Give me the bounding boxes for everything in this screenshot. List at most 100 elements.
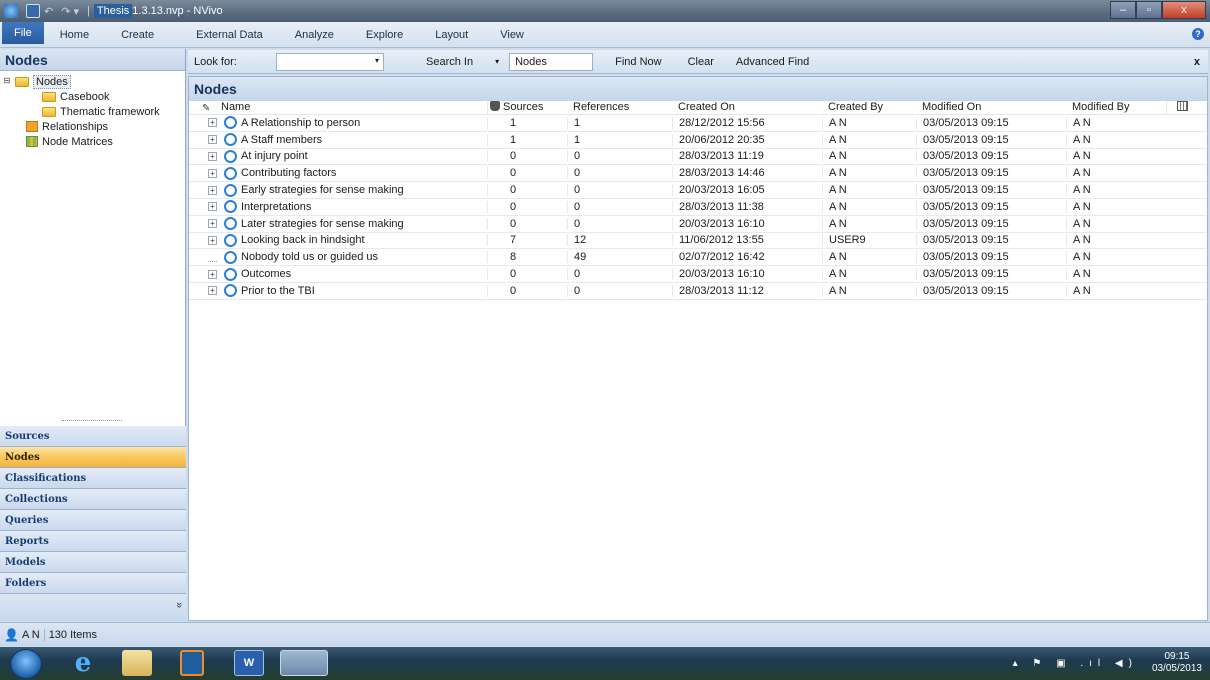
tree-item-relationships[interactable]: Relationships <box>0 119 185 134</box>
node-name: Interpretations <box>241 200 312 213</box>
cell-name[interactable]: Nobody told us or guided us <box>221 250 487 264</box>
table-row[interactable]: + Prior to the TBI 0 0 28/03/2013 11:12 A N 03… <box>189 283 1207 300</box>
table-row[interactable]: + Contributing factors 0 0 28/03/2013 14:46 A… <box>189 165 1207 183</box>
search-in-field[interactable]: Nodes <box>509 52 594 71</box>
table-row[interactable]: + At injury point 0 0 28/03/2013 11:19 A N 03/… <box>189 149 1207 166</box>
chevron-down-icon[interactable]: ▾ <box>495 57 499 66</box>
table-row[interactable]: + A Relationship to person 1 1 28/12/2012 15… <box>189 115 1207 132</box>
navigation-pane: Nodes ⊟ Nodes Casebook Thematic framewor… <box>0 49 186 621</box>
table-row[interactable]: Nobody told us or guided us 8 49 02/07/2012… <box>189 249 1207 267</box>
cell-created-by: A N <box>822 284 916 297</box>
cell-name[interactable]: Later strategies for sense making <box>221 217 487 231</box>
tab-view[interactable]: View <box>484 29 540 41</box>
expand-icon[interactable]: + <box>208 185 217 195</box>
column-header-modified-on[interactable]: Modified On <box>916 101 1066 114</box>
cell-name[interactable]: A Staff members <box>221 133 487 147</box>
clear-button[interactable]: Clear <box>688 56 714 68</box>
column-header-created-by[interactable]: Created By <box>822 101 916 114</box>
redo-icon[interactable]: ↷ ▾ <box>61 5 79 18</box>
column-header-modified-by[interactable]: Modified By <box>1066 101 1166 114</box>
help-icon[interactable]: ? <box>1192 28 1204 40</box>
expand-icon[interactable]: + <box>208 286 217 296</box>
expand-icon[interactable]: + <box>208 235 217 245</box>
close-find-bar-button[interactable]: x <box>1194 56 1200 68</box>
cell-references: 0 <box>567 284 672 297</box>
expand-icon[interactable]: + <box>208 168 217 178</box>
save-icon[interactable] <box>26 4 40 18</box>
undo-icon[interactable]: ↶ <box>44 5 53 18</box>
column-chooser[interactable] <box>1166 101 1200 114</box>
cell-name[interactable]: At injury point <box>221 149 487 163</box>
column-header-references[interactable]: References <box>567 101 672 114</box>
cell-name[interactable]: Early strategies for sense making <box>221 183 487 197</box>
table-row[interactable]: + Looking back in hindsight 7 12 11/06/2012 … <box>189 233 1207 250</box>
expand-icon[interactable]: + <box>208 135 217 145</box>
tab-layout[interactable]: Layout <box>419 29 484 41</box>
tab-create[interactable]: Create <box>105 29 180 41</box>
tab-file[interactable]: File <box>2 21 44 44</box>
word-icon[interactable]: W <box>234 650 264 676</box>
look-for-input[interactable]: ▾ <box>276 52 384 71</box>
expand-icon[interactable]: + <box>208 202 217 212</box>
nav-button-classifications[interactable]: Classifications <box>0 468 186 489</box>
find-now-button[interactable]: Find Now <box>615 56 661 68</box>
cell-sources: 0 <box>487 150 567 163</box>
tree-item-casebook[interactable]: Casebook <box>0 89 185 104</box>
cell-name[interactable]: Contributing factors <box>221 166 487 180</box>
tab-analyze[interactable]: Analyze <box>279 29 350 41</box>
close-button[interactable]: x <box>1162 1 1206 19</box>
splitter-grip[interactable] <box>62 420 122 423</box>
pin-column[interactable]: ✎ <box>189 101 221 114</box>
cell-name[interactable]: A Relationship to person <box>221 116 487 130</box>
tab-explore[interactable]: Explore <box>350 29 419 41</box>
nav-button-models[interactable]: Models <box>0 552 186 573</box>
table-body: + A Relationship to person 1 1 28/12/2012 15… <box>189 115 1207 300</box>
nav-button-folders[interactable]: Folders <box>0 573 186 594</box>
cell-name[interactable]: Prior to the TBI <box>221 284 487 298</box>
media-player-icon[interactable] <box>180 650 204 676</box>
table-row[interactable]: + Later strategies for sense making 0 0 20/0… <box>189 216 1207 233</box>
table-row[interactable]: + A Staff members 1 1 20/06/2012 20:35 A N 03/… <box>189 132 1207 149</box>
tree-item-nodes[interactable]: ⊟ Nodes <box>0 74 185 89</box>
column-header-created-on[interactable]: Created On <box>672 101 822 114</box>
nav-button-queries[interactable]: Queries <box>0 510 186 531</box>
advanced-find-button[interactable]: Advanced Find <box>736 56 809 68</box>
cell-name[interactable]: Outcomes <box>221 267 487 281</box>
clock[interactable]: 09:15 03/05/2013 <box>1152 651 1202 675</box>
nav-button-sources[interactable]: Sources <box>0 426 186 447</box>
cell-sources: 0 <box>487 167 567 180</box>
internet-explorer-icon[interactable]: e <box>68 648 98 678</box>
user-icon: 👤 <box>4 628 19 642</box>
tree-item-thematic-framework[interactable]: Thematic framework <box>0 104 185 119</box>
expand-icon[interactable]: + <box>208 118 217 128</box>
chevron-down-icon[interactable]: ▾ <box>375 56 379 65</box>
column-header-sources[interactable]: Sources <box>487 101 567 114</box>
collapse-icon[interactable]: ⊟ <box>2 77 12 86</box>
nav-footer: » <box>0 594 186 621</box>
chevron-down-icon[interactable]: » <box>173 602 185 608</box>
tray-icons[interactable]: ▴ ⚑ ▣ .ıl ◀) <box>1013 658 1138 669</box>
system-tray: ▴ ⚑ ▣ .ıl ◀) 09:15 03/05/2013 <box>1013 651 1202 675</box>
tab-home[interactable]: Home <box>44 29 105 41</box>
table-row[interactable]: + Early strategies for sense making 0 0 20/0… <box>189 182 1207 199</box>
tab-external-data[interactable]: External Data <box>180 29 279 41</box>
start-button[interactable] <box>10 649 42 679</box>
minimize-button[interactable]: – <box>1110 1 1136 19</box>
tree-item-node-matrices[interactable]: Node Matrices <box>0 134 185 149</box>
nav-button-reports[interactable]: Reports <box>0 531 186 552</box>
expand-icon[interactable]: + <box>208 269 217 279</box>
cell-name[interactable]: Looking back in hindsight <box>221 233 487 247</box>
nav-button-collections[interactable]: Collections <box>0 489 186 510</box>
expand-icon[interactable]: + <box>208 151 217 161</box>
search-in-button[interactable]: Search In <box>426 56 473 68</box>
expand-icon[interactable]: + <box>208 219 217 229</box>
table-row[interactable]: + Interpretations 0 0 28/03/2013 11:38 A N 03/… <box>189 199 1207 216</box>
nvivo-app-icon[interactable] <box>4 4 18 18</box>
file-explorer-icon[interactable] <box>122 650 152 676</box>
column-header-name[interactable]: Name <box>221 101 487 114</box>
maximize-button[interactable]: ▫ <box>1136 1 1162 19</box>
cell-name[interactable]: Interpretations <box>221 200 487 214</box>
nav-button-nodes[interactable]: Nodes <box>0 447 186 468</box>
table-row[interactable]: + Outcomes 0 0 20/03/2013 16:10 A N 03/05/2013… <box>189 266 1207 283</box>
nvivo-icon[interactable] <box>280 650 328 676</box>
